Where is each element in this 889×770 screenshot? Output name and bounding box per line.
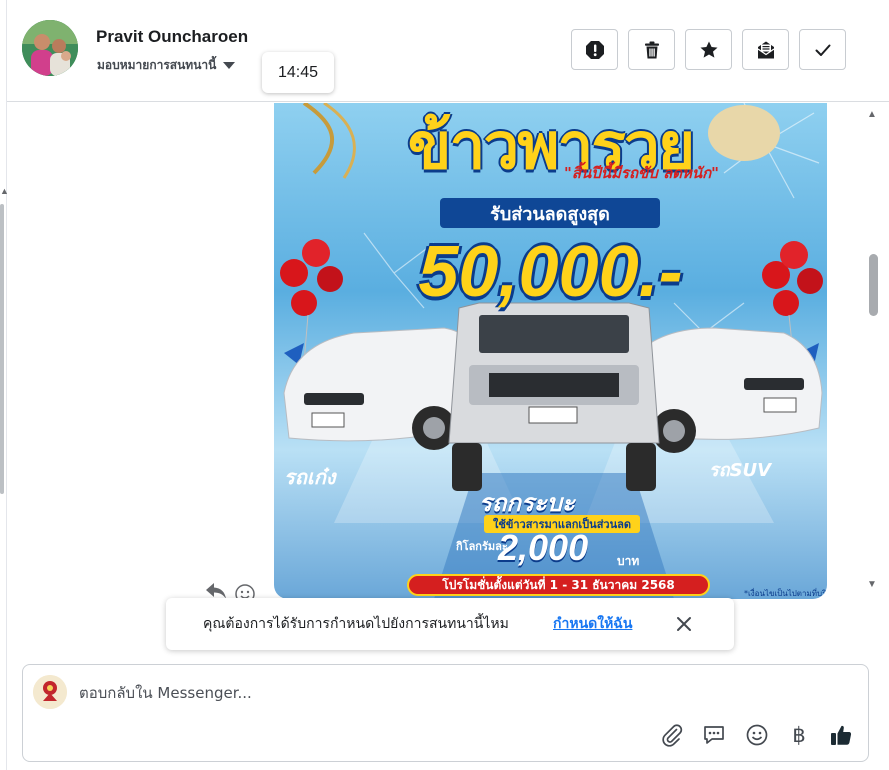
delete-button[interactable]: [628, 29, 675, 70]
promo-discount-label: รับส่วนลดสูงสุด: [440, 198, 660, 228]
envelope-icon: [757, 41, 774, 58]
promo-image-attachment[interactable]: ข้าวพารวย "สิ้นปีนี้มีรถขับ ลดหนัก" รับส…: [274, 103, 827, 599]
contact-name[interactable]: Pravit Ouncharoen: [96, 27, 248, 47]
assign-to-me-banner: คุณต้องการได้รับการกำหนดไปยังการสนทนานี้…: [166, 598, 734, 650]
reply-composer: ฿: [22, 664, 869, 762]
promo-sedan-label: รถเก๋ง: [284, 465, 336, 489]
thumbs-up-icon: [831, 725, 852, 745]
assign-conversation-label: มอบหมายการสนทนานี้: [97, 58, 217, 72]
trash-icon: [644, 41, 659, 58]
thread-scroll-down-arrow[interactable]: ▼: [867, 579, 877, 590]
mark-spam-button[interactable]: [571, 29, 618, 70]
promo-baht-label: บาท: [617, 554, 640, 568]
star-button[interactable]: [685, 29, 732, 70]
mark-done-button[interactable]: [799, 29, 846, 70]
conversation-header: Pravit Ouncharoen มอบหมายการสนทนานี้: [7, 0, 889, 102]
baht-icon: ฿: [792, 723, 806, 747]
saved-reply-button[interactable]: [701, 722, 727, 748]
assign-banner-text: คุณต้องการได้รับการกำหนดไปยังการสนทนานี้…: [203, 616, 509, 632]
send-like-button[interactable]: [828, 722, 854, 748]
left-scrollbar-thumb[interactable]: [0, 204, 4, 494]
contact-avatar[interactable]: [22, 20, 78, 76]
saved-reply-icon: [704, 726, 724, 744]
page-avatar: [33, 675, 67, 709]
promo-fineprint: *เงื่อนไขเป็นไปตามที่บริษัทฯ กำหนด: [744, 589, 827, 598]
caret-down-icon: [223, 62, 236, 69]
reply-input[interactable]: [79, 682, 839, 704]
attach-file-button[interactable]: [659, 722, 685, 748]
alert-octagon-icon: [585, 40, 604, 59]
thread-scroll-up-arrow[interactable]: ▲: [867, 109, 877, 120]
mark-unread-button[interactable]: [742, 29, 789, 70]
promo-title: ข้าวพารวย: [407, 110, 696, 184]
close-icon[interactable]: [674, 614, 694, 634]
promo-suv-label: รถSUV: [709, 460, 772, 481]
promo-period: โปรโมชั่นตั้งแต่วันที่ 1 - 31 ธันวาคม 25…: [407, 574, 710, 596]
assign-to-me-link[interactable]: กำหนดให้ฉัน: [553, 613, 632, 635]
emoji-button[interactable]: [744, 722, 770, 748]
assign-conversation-dropdown[interactable]: มอบหมายการสนทนานี้: [97, 56, 236, 75]
message-time-tooltip: 14:45: [262, 52, 334, 93]
check-icon: [815, 44, 830, 56]
thread-scrollbar-thumb[interactable]: [869, 254, 878, 316]
promo-discount-amount: 50,000.-: [418, 232, 683, 312]
emoji-icon: [746, 724, 768, 746]
payment-button[interactable]: ฿: [786, 722, 812, 748]
star-icon: [700, 41, 717, 58]
promo-per-kg-amount: 2,000: [498, 527, 589, 568]
message-thread: ▲ ▼ ข้าวพารวย "สิ้นปีนี้มีรถขับ ลดหนัก" …: [7, 103, 889, 663]
promo-slogan: "สิ้นปีนี้มีรถขับ ลดหนัก": [564, 164, 719, 182]
paperclip-icon: [662, 724, 683, 747]
